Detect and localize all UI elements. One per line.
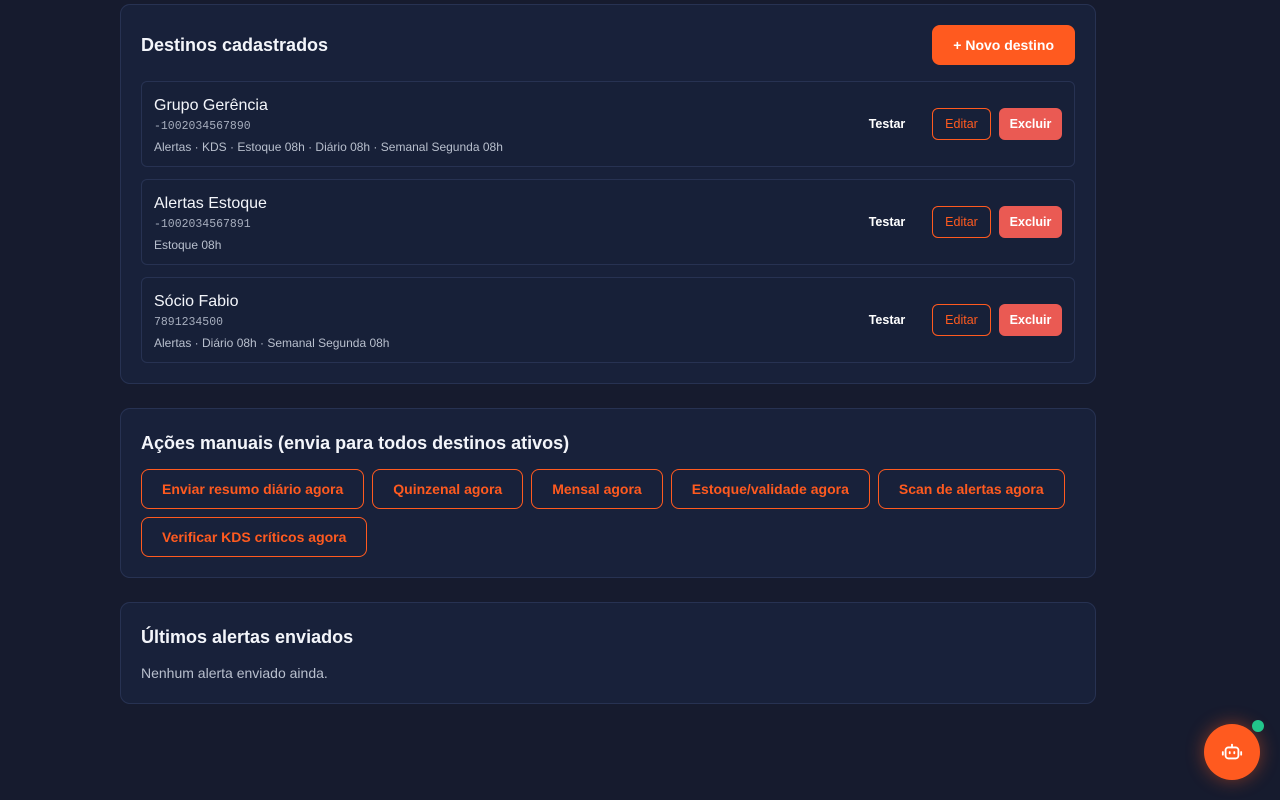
destination-chat-id: -1002034567890 (154, 120, 251, 133)
destination-name: Alertas Estoque (154, 195, 267, 212)
online-status-dot (1252, 720, 1264, 732)
destination-chat-id: -1002034567891 (154, 218, 251, 231)
destination-actions: Testar Editar Excluir (850, 108, 1062, 140)
recent-alerts-card: Últimos alertas enviados Nenhum alerta e… (120, 602, 1096, 704)
test-button[interactable]: Testar (850, 304, 924, 336)
manual-actions-grid: Enviar resumo diário agora Quinzenal ago… (141, 469, 1077, 557)
manual-actions-title: Ações manuais (envia para todos destinos… (141, 433, 570, 453)
manual-actions-card: Ações manuais (envia para todos destinos… (120, 408, 1096, 578)
destination-row: Grupo Gerência -1002034567890 Alertas · … (141, 81, 1075, 167)
scan-alerts-button[interactable]: Scan de alertas agora (877, 469, 1065, 509)
delete-button[interactable]: Excluir (999, 206, 1062, 238)
edit-button[interactable]: Editar (932, 304, 991, 336)
destination-actions: Testar Editar Excluir (850, 206, 1062, 238)
destination-chat-id: 7891234500 (154, 316, 224, 329)
destination-name: Grupo Gerência (154, 97, 268, 114)
test-button[interactable]: Testar (850, 108, 924, 140)
destinos-title: Destinos cadastrados (141, 35, 329, 55)
send-biweekly-button[interactable]: Quinzenal agora (372, 469, 524, 509)
check-kds-critical-button[interactable]: Verificar KDS críticos agora (141, 517, 368, 557)
destination-tags: Alertas · KDS · Estoque 08h · Diário 08h… (154, 140, 503, 154)
test-button[interactable]: Testar (850, 206, 924, 238)
destinos-card: Destinos cadastrados + Novo destino Grup… (120, 4, 1096, 384)
destination-name: Sócio Fabio (154, 293, 239, 310)
destination-row: Sócio Fabio 7891234500 Alertas · Diário … (141, 277, 1075, 363)
destination-row: Alertas Estoque -1002034567891 Estoque 0… (141, 179, 1075, 265)
empty-state-text: Nenhum alerta enviado ainda. (141, 665, 328, 681)
delete-button[interactable]: Excluir (999, 304, 1062, 336)
destination-actions: Testar Editar Excluir (850, 304, 1062, 336)
send-daily-summary-button[interactable]: Enviar resumo diário agora (141, 469, 365, 509)
new-destination-button[interactable]: + Novo destino (932, 25, 1075, 65)
assistant-button[interactable] (1204, 724, 1260, 780)
destination-tags: Alertas · Diário 08h · Semanal Segunda 0… (154, 336, 390, 350)
send-monthly-button[interactable]: Mensal agora (531, 469, 663, 509)
send-stock-validity-button[interactable]: Estoque/validade agora (670, 469, 870, 509)
destination-tags: Estoque 08h (154, 238, 222, 252)
edit-button[interactable]: Editar (932, 108, 991, 140)
edit-button[interactable]: Editar (932, 206, 991, 238)
recent-alerts-title: Últimos alertas enviados (141, 627, 354, 647)
delete-button[interactable]: Excluir (999, 108, 1062, 140)
robot-icon (1221, 741, 1243, 763)
